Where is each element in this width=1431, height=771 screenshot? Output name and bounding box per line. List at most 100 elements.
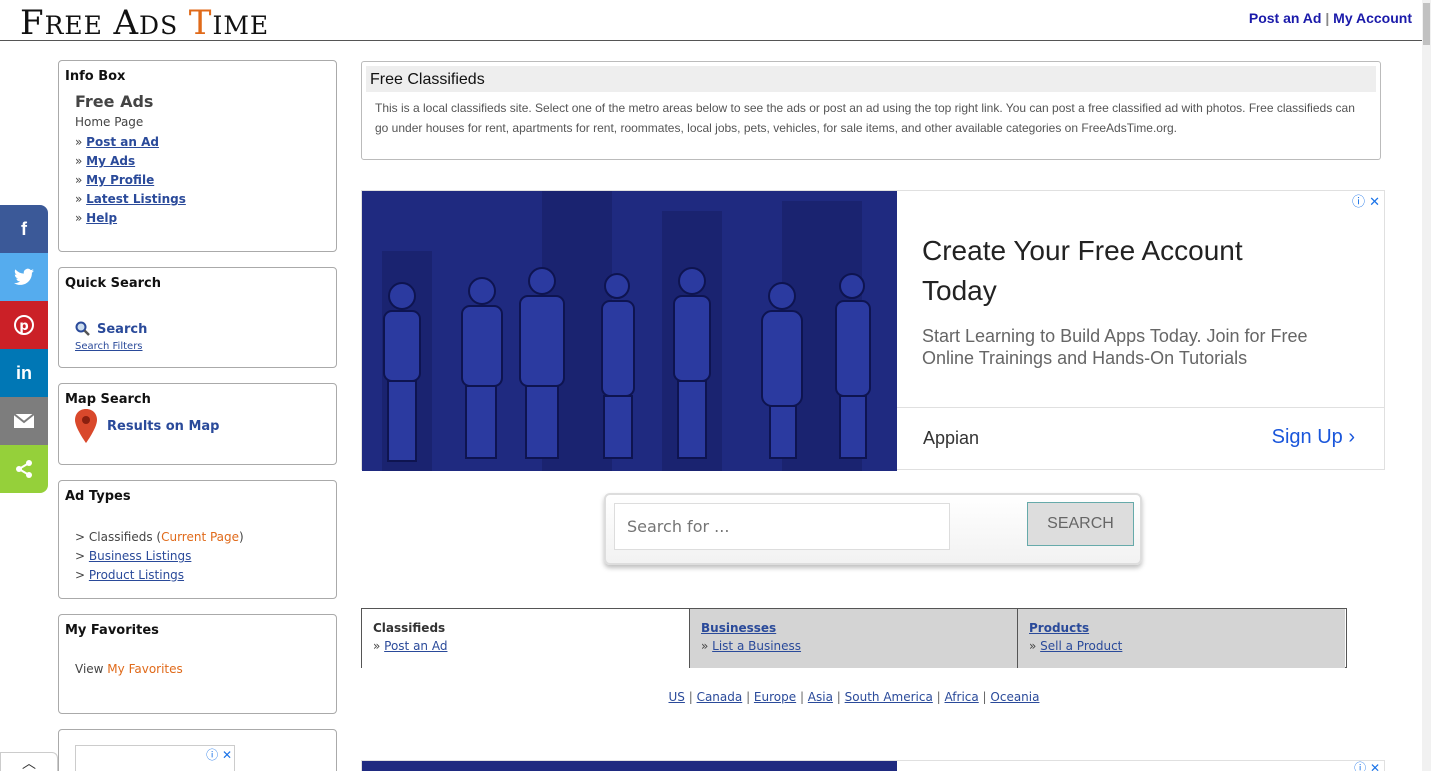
twitter-icon[interactable] (0, 253, 48, 301)
sign-up-button[interactable]: Sign Up › (1272, 426, 1355, 449)
ad-illustration (362, 191, 897, 471)
chevron-up-icon[interactable]: ︿ (0, 752, 58, 771)
list-item: » Latest Listings (75, 192, 186, 206)
region-links: US | Canada | Europe | Asia | South Amer… (668, 690, 1040, 704)
my-ads-link[interactable]: My Ads (86, 154, 135, 168)
logo-letter-a: A (113, 3, 140, 43)
favorites-title: My Favorites (65, 623, 159, 638)
info-box: Info Box Free Ads Home Page » Post an Ad… (58, 60, 337, 252)
classifieds-label: Classifieds ( (88, 530, 162, 544)
sidebar-ad[interactable]: ⓘ ✕ (75, 745, 235, 771)
my-account-link[interactable]: My Account (1333, 10, 1412, 26)
scrollbar[interactable] (1422, 0, 1431, 771)
sidebar-ad-box: ⓘ ✕ (58, 729, 337, 771)
ad-advertiser: Appian (923, 428, 980, 448)
list-item: » My Ads (75, 154, 136, 168)
map-search-title: Map Search (65, 392, 151, 407)
info-links: » Post an Ad » My Ads » My Profile » Lat… (75, 133, 336, 228)
list-item: » My Profile (75, 173, 155, 187)
ad-headline[interactable]: Create Your Free Account Today (922, 231, 1322, 311)
list-item: » Post an Ad (75, 135, 159, 149)
free-classifieds-text: This is a local classifieds site. Select… (375, 101, 1355, 135)
chevron-right-icon: › (1348, 426, 1355, 448)
view-label: View (75, 662, 108, 676)
magnifier-icon (75, 321, 90, 336)
logo-letter-t: T (188, 3, 213, 43)
map-search-box: Map Search Results on Map (58, 383, 337, 465)
my-favorites-link[interactable]: My Favorites (107, 662, 182, 676)
pinterest-icon[interactable]: p (0, 301, 48, 349)
business-listings-link[interactable]: Business Listings (89, 549, 192, 563)
list-item: > Classifieds (Current Page) (75, 530, 244, 544)
products-link[interactable]: Products (1029, 621, 1089, 635)
email-icon[interactable] (0, 397, 48, 445)
product-listings-link[interactable]: Product Listings (89, 568, 184, 582)
my-profile-link[interactable]: My Profile (86, 173, 154, 187)
region-canada-link[interactable]: Canada (697, 690, 743, 704)
sell-product-link[interactable]: Sell a Product (1040, 639, 1122, 653)
logo-text-ree: REE (44, 11, 103, 40)
results-on-map-label: Results on Map (107, 418, 220, 434)
region-europe-link[interactable]: Europe (754, 690, 796, 704)
quick-search-title: Quick Search (65, 276, 161, 291)
post-ad-tab-link[interactable]: Post an Ad (384, 639, 447, 653)
ad-types-title: Ad Types (65, 489, 131, 504)
share-icon[interactable] (0, 445, 48, 493)
facebook-icon[interactable]: f (0, 205, 48, 253)
latest-listings-link[interactable]: Latest Listings (86, 192, 186, 206)
display-ad[interactable]: ⓘ ✕ Create Your Free Account Today Start… (361, 190, 1385, 471)
quick-search-box: Quick Search Search Search Filters (58, 267, 337, 368)
free-classifieds-title: Free Classifieds (366, 66, 1376, 92)
adchoices-icon[interactable]: ⓘ ✕ (206, 746, 232, 763)
info-box-title: Info Box (65, 69, 126, 84)
sign-up-label: Sign Up (1271, 426, 1343, 448)
info-box-subtitle: Free Ads (75, 92, 154, 111)
ad-description: Start Learning to Build Apps Today. Join… (922, 326, 1308, 368)
tab-businesses[interactable]: Businesses » List a Business (689, 609, 1017, 668)
share-bar: f p in (0, 205, 48, 493)
tab-classifieds-title: Classifieds (373, 621, 446, 635)
search-bar: SEARCH (604, 493, 1142, 565)
businesses-link[interactable]: Businesses (701, 621, 776, 635)
list-business-link[interactable]: List a Business (712, 639, 801, 653)
tab-classifieds[interactable]: Classifieds » Post an Ad (361, 609, 689, 668)
results-on-map-link[interactable]: Results on Map (75, 409, 336, 443)
region-oceania-link[interactable]: Oceania (990, 690, 1039, 704)
search-filters-link[interactable]: Search Filters (75, 341, 143, 352)
adchoices-icon[interactable]: ⓘ ✕ (1352, 191, 1380, 210)
search-link[interactable]: Search (75, 321, 336, 337)
favorites-box: My Favorites View My Favorites (58, 614, 337, 714)
ad-illustration (362, 761, 897, 771)
home-page-label: Home Page (75, 115, 144, 129)
svg-text:p: p (19, 319, 28, 334)
region-south-america-link[interactable]: South America (845, 690, 933, 704)
scrollbar-thumb[interactable] (1423, 3, 1430, 45)
search-link-label: Search (97, 321, 148, 337)
current-page-label: Current Page (161, 530, 240, 544)
free-classifieds-box: Free Classifieds This is a local classif… (361, 61, 1381, 160)
linkedin-icon[interactable]: in (0, 349, 48, 397)
search-button[interactable]: SEARCH (1027, 502, 1134, 546)
help-link[interactable]: Help (86, 211, 117, 225)
adchoices-icon[interactable]: ⓘ ✕ (1354, 759, 1380, 771)
map-pin-icon (75, 409, 97, 443)
tab-products[interactable]: Products » Sell a Product (1017, 609, 1345, 668)
region-africa-link[interactable]: Africa (945, 690, 979, 704)
separator: | (1325, 10, 1330, 26)
category-tabs: Classifieds » Post an Ad Businesses » Li… (361, 608, 1347, 668)
site-header: FREE ADS TIME Post an Ad | My Account (0, 0, 1422, 43)
top-links: Post an Ad | My Account (1249, 10, 1412, 26)
site-logo[interactable]: FREE ADS TIME (20, 3, 269, 43)
region-us-link[interactable]: US (669, 690, 685, 704)
region-asia-link[interactable]: Asia (808, 690, 833, 704)
logo-text-ime: IME (212, 11, 270, 40)
close-paren: ) (239, 530, 244, 544)
post-ad-link[interactable]: Post an Ad (1249, 10, 1322, 26)
logo-letter-f: F (20, 3, 45, 43)
list-item: > Product Listings (75, 568, 185, 582)
logo-text-ds: DS (139, 11, 179, 40)
display-ad-2[interactable]: ⓘ ✕ (361, 760, 1385, 771)
post-ad-sidebar-link[interactable]: Post an Ad (86, 135, 159, 149)
search-input[interactable] (614, 503, 950, 550)
ad-footer: Appian Sign Up › (897, 407, 1385, 471)
